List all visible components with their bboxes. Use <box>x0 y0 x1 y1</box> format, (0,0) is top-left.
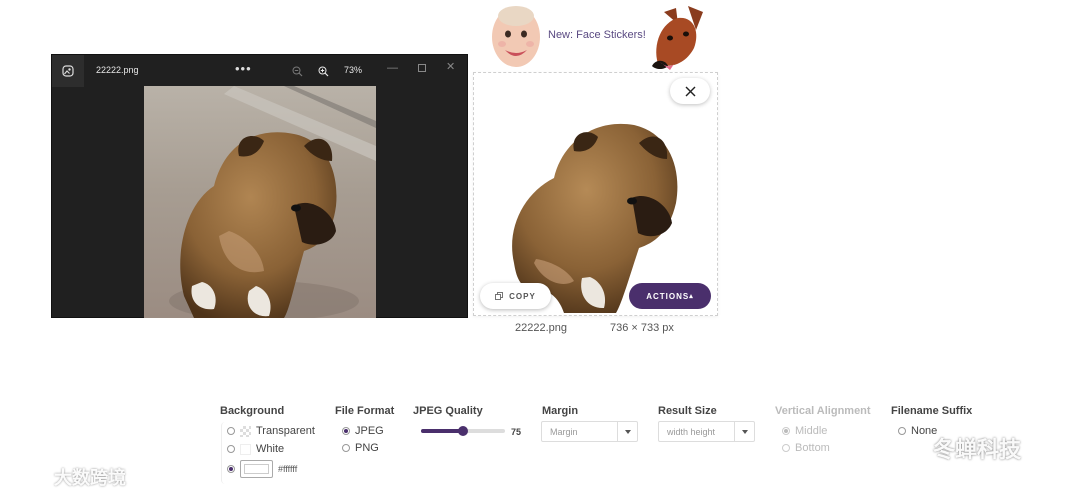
watermark-left: 大数跨境 <box>10 464 126 490</box>
color-picker[interactable] <box>240 460 273 478</box>
slider-thumb[interactable] <box>458 426 468 436</box>
jpeg-quality-slider[interactable] <box>421 426 505 436</box>
chevron-down-icon <box>617 422 637 441</box>
close-icon <box>685 86 695 96</box>
copy-button[interactable]: COPY <box>480 283 551 309</box>
radio-jpeg[interactable] <box>342 427 350 435</box>
more-options-icon[interactable]: ••• <box>235 61 252 76</box>
slider-fill <box>421 429 463 433</box>
caret-up-icon: ▴ <box>689 293 694 300</box>
jpeg-quality-title: JPEG Quality <box>413 405 483 417</box>
baby-face-sticker <box>490 4 542 72</box>
background-option-white[interactable]: White <box>227 443 284 455</box>
radio-bottom[interactable] <box>782 444 790 452</box>
radio-white[interactable] <box>227 445 235 453</box>
result-size-select[interactable]: width height <box>658 421 755 442</box>
radio-png[interactable] <box>342 444 350 452</box>
margin-select-placeholder: Margin <box>550 426 578 437</box>
custom-color-hex: #ffffff <box>278 464 298 474</box>
photos-app-icon[interactable] <box>52 55 84 87</box>
png-label: PNG <box>355 442 379 454</box>
background-title: Background <box>220 405 285 417</box>
white-swatch-icon <box>240 443 251 455</box>
wechat-icon <box>894 435 926 461</box>
radio-custom-color[interactable] <box>227 465 235 473</box>
close-window-icon[interactable]: ✕ <box>446 60 455 73</box>
watermark-logo-icon <box>12 468 46 486</box>
watermark-left-text: 大数跨境 <box>54 468 126 488</box>
jpeg-label: JPEG <box>355 425 384 437</box>
result-filename: 22222.png <box>515 322 567 334</box>
dog-face-sticker <box>648 4 706 72</box>
result-dimensions: 736 × 733 px <box>610 322 674 334</box>
copy-icon <box>495 292 504 300</box>
watermark-right: 冬蝉科技 <box>893 432 1021 464</box>
background-option-transparent[interactable]: Transparent <box>227 425 315 437</box>
file-format-title: File Format <box>335 405 395 417</box>
zoom-in-icon[interactable] <box>318 64 329 82</box>
white-label: White <box>256 443 285 455</box>
close-result-button[interactable] <box>670 78 710 104</box>
transparent-swatch-icon <box>240 425 251 437</box>
valign-option-bottom[interactable]: Bottom <box>782 442 830 454</box>
filename-suffix-title: Filename Suffix <box>891 405 973 417</box>
zoom-out-icon[interactable] <box>292 64 303 82</box>
background-option-custom[interactable]: #ffffff <box>227 460 297 478</box>
zoom-level: 73% <box>344 65 363 75</box>
result-size-title: Result Size <box>658 405 717 417</box>
transparent-label: Transparent <box>256 425 315 437</box>
valign-option-middle[interactable]: Middle <box>782 425 827 437</box>
vertical-alignment-title: Vertical Alignment <box>775 405 871 417</box>
middle-label: Middle <box>795 425 828 437</box>
format-option-png[interactable]: PNG <box>342 442 379 454</box>
radio-transparent[interactable] <box>227 427 235 435</box>
format-option-jpeg[interactable]: JPEG <box>342 425 384 437</box>
result-preview-card <box>473 72 718 316</box>
watermark-right-text: 冬蝉科技 <box>933 437 1022 462</box>
margin-title: Margin <box>542 405 579 417</box>
result-size-value: width height <box>667 426 716 437</box>
minimize-icon[interactable]: — <box>387 62 398 74</box>
chevron-down-icon <box>734 422 754 441</box>
actions-button[interactable]: ACTIONS ▴ <box>629 283 711 309</box>
viewer-titlebar: 22222.png ••• 73% — ✕ <box>52 55 467 87</box>
margin-select[interactable]: Margin <box>541 421 638 442</box>
actions-label: ACTIONS <box>646 291 690 301</box>
radio-middle[interactable] <box>782 427 790 435</box>
jpeg-quality-value: 75 <box>511 427 522 437</box>
face-stickers-banner[interactable]: New: Face Stickers! <box>548 29 646 41</box>
bottom-label: Bottom <box>795 442 830 454</box>
viewer-filename: 22222.png <box>96 65 139 75</box>
copy-label: COPY <box>509 291 536 301</box>
image-viewer-window: 22222.png ••• 73% — ✕ <box>51 54 468 318</box>
maximize-icon[interactable] <box>418 64 426 72</box>
viewer-photo-puppy <box>144 86 376 318</box>
